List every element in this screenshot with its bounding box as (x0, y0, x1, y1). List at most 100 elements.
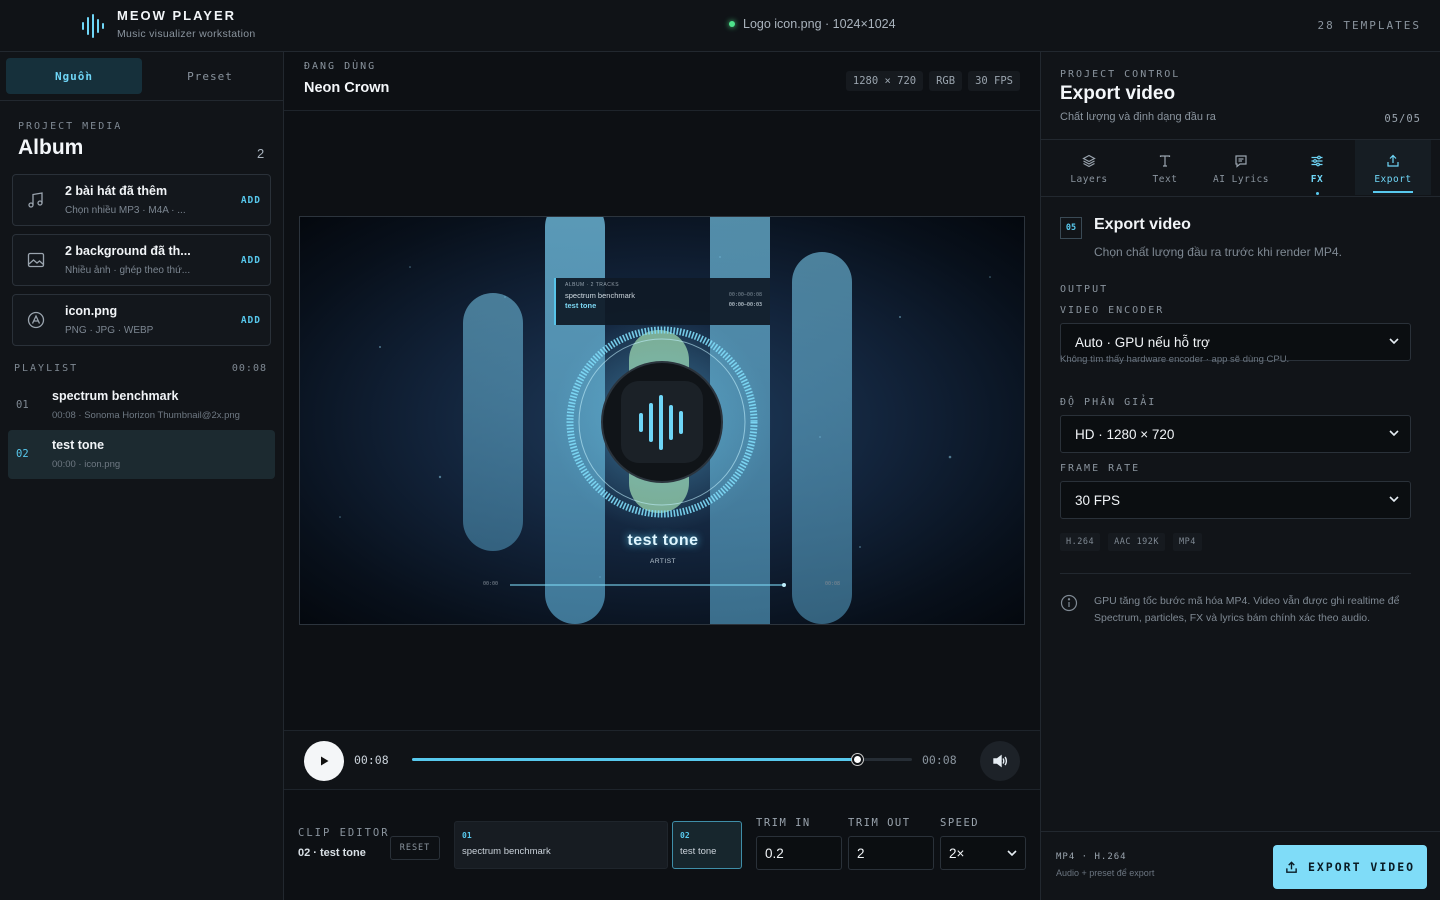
seek-progress (412, 758, 857, 761)
top-bar: MEOW PLAYER Music visualizer workstation… (0, 0, 1440, 52)
encoder-label: VIDEO ENCODER (1060, 305, 1165, 316)
add-backgrounds-button[interactable]: ADD (241, 255, 261, 266)
left-sidebar: Nguồn Preset PROJECT MEDIA Album 2 2 bài… (0, 52, 284, 900)
control-tabs: Layers Text AI Lyrics FX Export (1051, 140, 1431, 195)
tab-label: AI Lyrics (1213, 174, 1269, 185)
codec-container: MP4 (1173, 533, 1202, 551)
playlist-duration: 00:08 (231, 363, 267, 374)
tab-layers[interactable]: Layers (1051, 140, 1127, 195)
layers-icon (1082, 154, 1096, 168)
timeline-clip[interactable]: 01 spectrum benchmark (454, 821, 668, 869)
play-button[interactable] (304, 741, 344, 781)
track-subtitle: 00:08 · Sonoma Horizon Thumbnail@2x.png (52, 410, 240, 421)
app-title: MEOW PLAYER (117, 8, 237, 23)
trim-out-label: TRIM OUT (848, 817, 911, 829)
media-subtitle: Chọn nhiều MP3 · M4A · ... (65, 205, 186, 216)
play-icon (321, 756, 329, 766)
trim-in-label: TRIM IN (756, 817, 811, 829)
codec-tags: H.264 AAC 192K MP4 (1060, 533, 1202, 551)
chevron-down-icon (1389, 430, 1399, 436)
current-time: 00:08 (354, 753, 389, 767)
status-indicator: Logo icon.png · 1024×1024 (729, 17, 896, 31)
track-title: spectrum benchmark (52, 389, 179, 403)
reset-button[interactable]: RESET (390, 836, 440, 860)
volume-button[interactable] (980, 741, 1020, 781)
playlist-item-active[interactable]: 02 test tone 00:00 · icon.png (8, 430, 275, 479)
timeline-clip-active[interactable]: 02 test tone (672, 821, 742, 869)
status-file: Logo icon.png · 1024×1024 (743, 17, 896, 31)
source-tabs: Nguồn Preset (6, 58, 278, 94)
playlist-item[interactable]: 01 spectrum benchmark 00:08 · Sonoma Hor… (8, 381, 275, 430)
album-count: 2 (257, 146, 265, 161)
spec-fps: 30 FPS (968, 71, 1020, 91)
codec-audio: AAC 192K (1108, 533, 1166, 551)
tab-label: Layers (1070, 174, 1108, 185)
tab-label: FX (1310, 174, 1324, 185)
selected-clip: 02 · test tone (298, 847, 366, 859)
tab-label: Text (1152, 174, 1178, 185)
template-name: Neon Crown (304, 80, 390, 96)
divider (0, 100, 284, 101)
track-number: 02 (16, 448, 29, 460)
clip-editor-label: CLIP EDITOR (298, 827, 390, 839)
templates-count[interactable]: 28 TEMPLATES (1318, 19, 1421, 32)
resolution-label: ĐỘ PHÂN GIẢI (1060, 397, 1157, 408)
footer-codec: MP4 · H.264 (1056, 852, 1127, 862)
resolution-value: HD · 1280 × 720 (1075, 426, 1175, 442)
track-title: test tone (52, 438, 105, 452)
add-songs-button[interactable]: ADD (241, 195, 261, 206)
chevron-down-icon (1389, 496, 1399, 502)
clip-number: 01 (462, 831, 472, 840)
panel-subtitle: Chất lượng và định dạng đầu ra (1060, 111, 1216, 123)
tab-ai-lyrics[interactable]: AI Lyrics (1203, 140, 1279, 195)
trim-in-input[interactable]: 0.2 (756, 836, 842, 870)
seek-handle[interactable] (851, 754, 863, 765)
sliders-icon (1311, 155, 1323, 167)
project-media-label: PROJECT MEDIA (18, 121, 123, 132)
info-icon (1060, 594, 1078, 612)
status-dot-icon (729, 21, 735, 27)
media-title: icon.png (65, 304, 118, 318)
speed-value: 2× (949, 845, 965, 861)
media-card-logo[interactable]: icon.png PNG · JPG · WEBP ADD (12, 294, 271, 346)
track-card-name: spectrum benchmark (565, 291, 636, 300)
preview-time-right: 00:08 (825, 581, 841, 587)
spec-color: RGB (929, 71, 963, 91)
encoder-value: Auto · GPU nếu hỗ trợ (1075, 334, 1210, 350)
track-subtitle: 00:00 · icon.png (52, 459, 121, 470)
framerate-select[interactable]: 30 FPS (1060, 481, 1411, 519)
right-panel: PROJECT CONTROL Export video Chất lượng … (1040, 52, 1440, 900)
center-workspace: ĐANG DÙNG Neon Crown 1280 × 720 RGB 30 F… (284, 52, 1040, 900)
spectrum-bar (792, 252, 852, 624)
seek-bar[interactable] (412, 754, 912, 765)
music-note-icon (28, 192, 43, 208)
spec-resolution: 1280 × 720 (845, 71, 924, 91)
video-preview[interactable]: ALBUM · 2 TRACKS spectrum benchmark 00:0… (299, 216, 1025, 625)
app-logo-icon (27, 311, 45, 329)
media-card-songs[interactable]: 2 bài hát đã thêm Chọn nhiều MP3 · M4A ·… (12, 174, 271, 226)
tab-preset[interactable]: Preset (142, 58, 278, 94)
footer-subtitle: Audio + preset để export (1056, 868, 1155, 878)
media-card-backgrounds[interactable]: 2 background đã th... Nhiều ảnh · ghép t… (12, 234, 271, 286)
tab-fx[interactable]: FX (1279, 140, 1355, 195)
album-title: Album (18, 136, 84, 159)
speed-select[interactable]: 2× (940, 836, 1026, 870)
trim-out-value: 2 (857, 845, 865, 861)
export-video-button[interactable]: EXPORT VIDEO (1273, 845, 1427, 889)
tab-export[interactable]: Export (1355, 140, 1431, 195)
divider (1060, 573, 1411, 574)
export-icon (1387, 154, 1399, 167)
tab-nguon[interactable]: Nguồn (6, 58, 142, 94)
export-icon (1286, 860, 1297, 873)
speaker-icon (993, 754, 1008, 768)
add-logo-button[interactable]: ADD (241, 315, 261, 326)
trim-in-value: 0.2 (765, 845, 784, 861)
trim-out-input[interactable]: 2 (848, 836, 934, 870)
image-icon (27, 252, 45, 268)
track-card-time: 00:00–00:08 (728, 292, 762, 298)
track-number: 01 (16, 399, 29, 411)
resolution-select[interactable]: HD · 1280 × 720 (1060, 415, 1411, 453)
media-subtitle: Nhiều ảnh · ghép theo thứ... (65, 265, 191, 276)
tab-text[interactable]: Text (1127, 140, 1203, 195)
media-title: 2 bài hát đã thêm (65, 184, 168, 198)
